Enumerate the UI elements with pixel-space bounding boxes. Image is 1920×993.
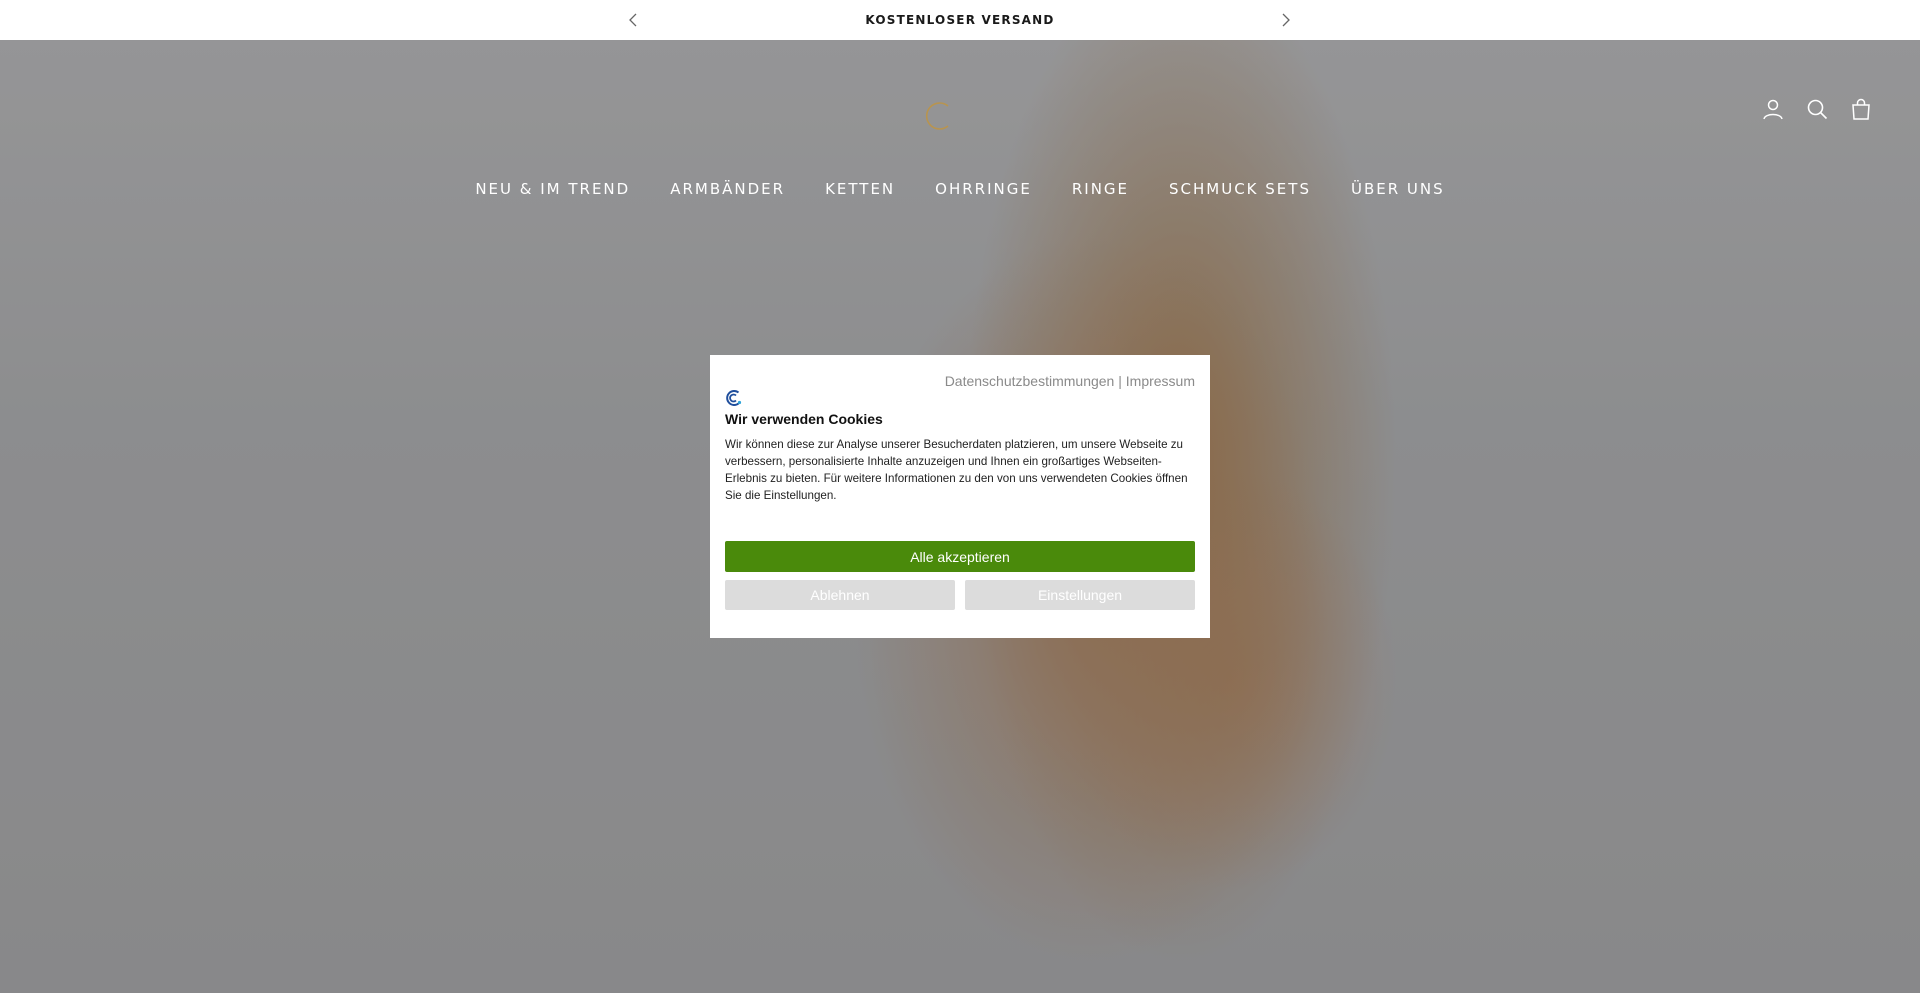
nav-item-armbaender[interactable]: ARMBÄNDER (670, 180, 785, 198)
nav-item-ueber-uns[interactable]: ÜBER UNS (1351, 180, 1445, 198)
cart-icon[interactable] (1850, 98, 1872, 120)
chevron-left-icon[interactable] (623, 10, 643, 30)
brand-logo-icon[interactable] (922, 98, 958, 134)
chevron-right-icon[interactable] (1276, 10, 1296, 30)
imprint-link[interactable]: Impressum (1126, 373, 1195, 389)
accept-all-button[interactable]: Alle akzeptieren (725, 541, 1195, 572)
cookie-description: Wir können diese zur Analyse unserer Bes… (725, 438, 1188, 502)
nav-item-ketten[interactable]: KETTEN (825, 180, 895, 198)
cookie-legal-links: Datenschutzbestimmungen | Impressum (945, 373, 1195, 389)
link-separator: | (1114, 373, 1126, 389)
cookie-brand-icon (725, 389, 743, 407)
search-icon[interactable] (1806, 98, 1828, 120)
announcement-bar: KOSTENLOSER VERSAND (0, 0, 1920, 40)
privacy-link[interactable]: Datenschutzbestimmungen (945, 373, 1115, 389)
account-icon[interactable] (1762, 98, 1784, 120)
cookie-consent-dialog: Datenschutzbestimmungen | Impressum Wir … (710, 355, 1210, 638)
settings-button[interactable]: Einstellungen (965, 580, 1195, 610)
main-navigation: NEU & IM TREND ARMBÄNDER KETTEN OHRRINGE… (0, 180, 1920, 198)
nav-item-schmuck-sets[interactable]: SCHMUCK SETS (1169, 180, 1311, 198)
nav-item-ringe[interactable]: RINGE (1072, 180, 1129, 198)
announcement-text: KOSTENLOSER VERSAND (865, 13, 1055, 27)
decline-button[interactable]: Ablehnen (725, 580, 955, 610)
nav-item-neu-im-trend[interactable]: NEU & IM TREND (475, 180, 630, 198)
header-actions (1762, 98, 1872, 120)
cookie-title: Wir verwenden Cookies (725, 411, 883, 427)
nav-item-ohrringe[interactable]: OHRRINGE (935, 180, 1032, 198)
